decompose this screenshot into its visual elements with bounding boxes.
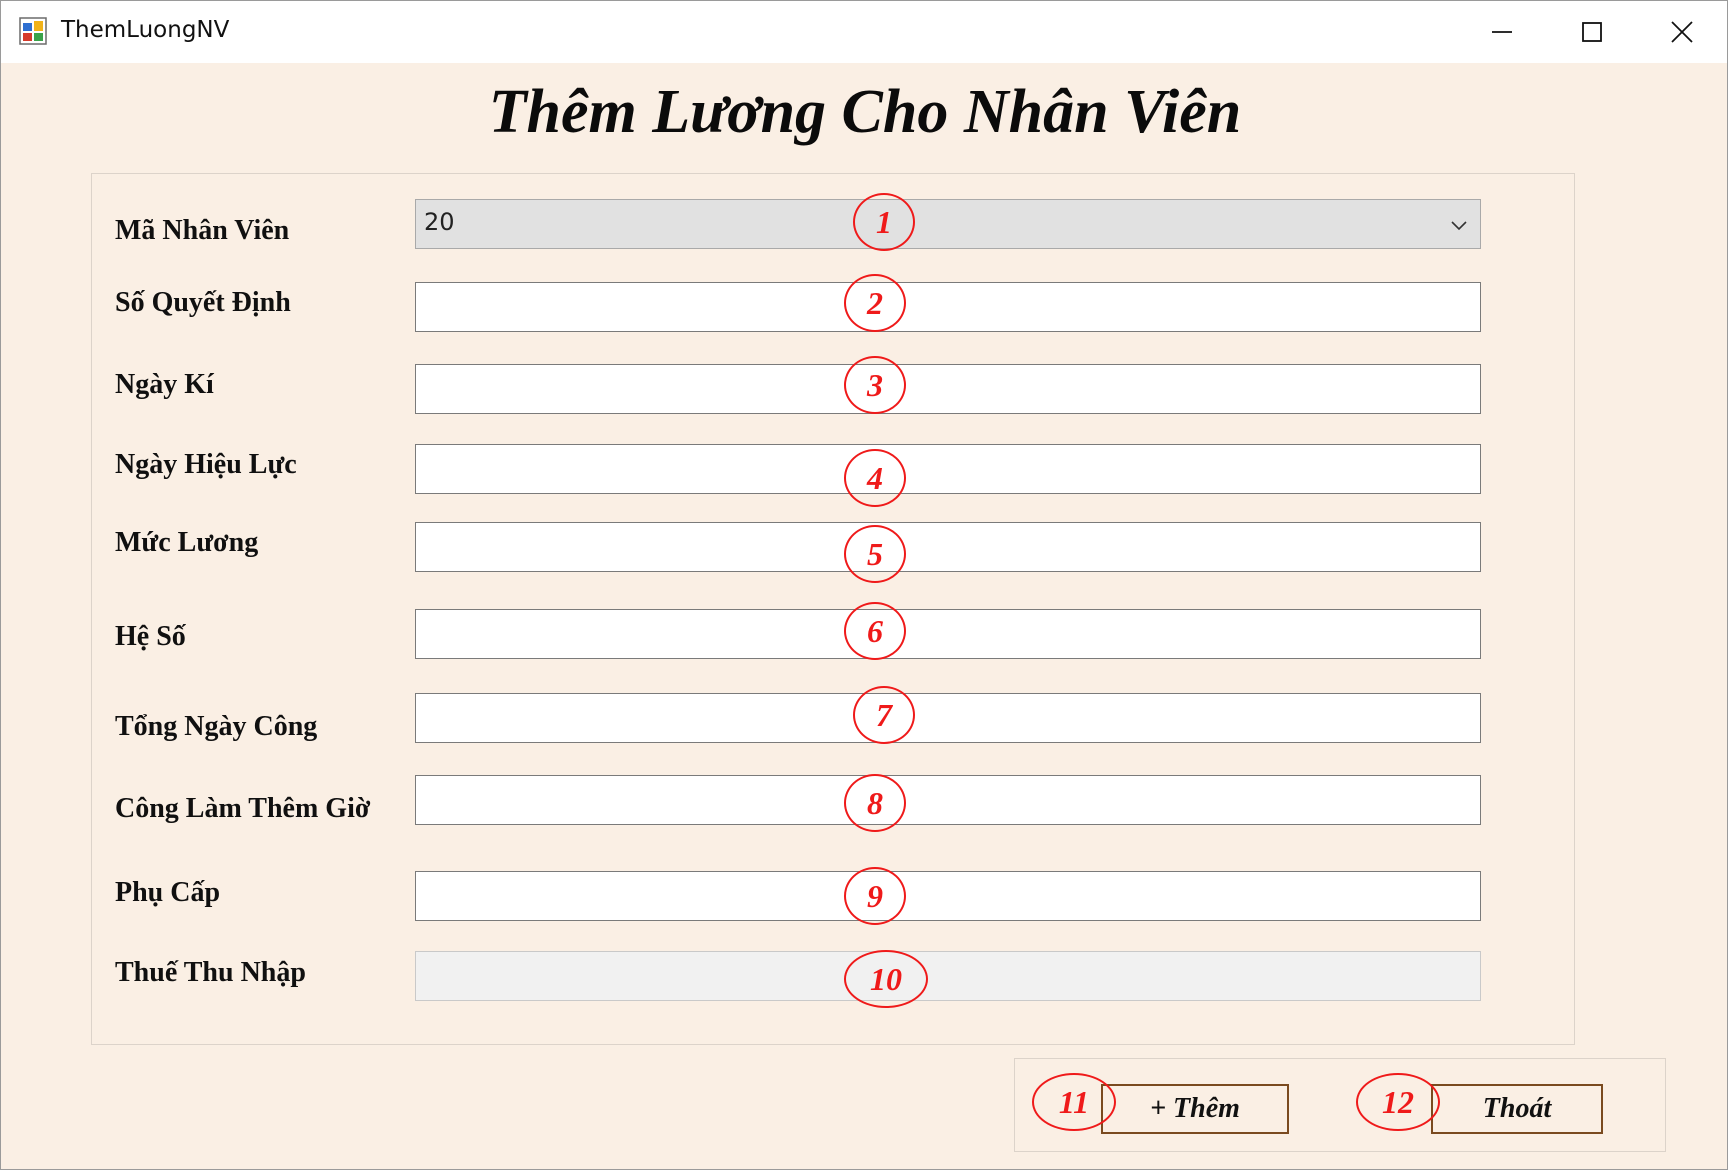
- page-title: Thêm Lương Cho Nhân Viên: [488, 78, 1242, 146]
- window-title: ThemLuongNV: [61, 17, 230, 43]
- app-icon: [19, 17, 47, 45]
- close-icon: [1671, 21, 1693, 43]
- app-window: ThemLuongNV Thêm Lương Cho Nhân Viên Mã …: [0, 0, 1728, 1170]
- add-button[interactable]: + Thêm: [1101, 1084, 1289, 1134]
- salary-level-field[interactable]: [415, 522, 1481, 572]
- employee-id-value: 20: [424, 208, 455, 236]
- minimize-button[interactable]: [1457, 1, 1547, 63]
- maximize-button[interactable]: [1547, 1, 1637, 63]
- close-button[interactable]: [1637, 1, 1727, 63]
- decision-number-label: Số Quyết Định: [115, 287, 291, 318]
- sign-date-label: Ngày Kí: [115, 369, 214, 400]
- overtime-label: Công Làm Thêm Giờ: [115, 793, 371, 824]
- total-workdays-field[interactable]: [415, 693, 1481, 743]
- minimize-icon: [1492, 31, 1512, 33]
- employee-id-select[interactable]: 20: [415, 199, 1481, 249]
- decision-number-field[interactable]: [415, 282, 1481, 332]
- coefficient-label: Hệ Số: [115, 621, 186, 652]
- maximize-icon: [1582, 22, 1602, 42]
- sign-date-field[interactable]: [415, 364, 1481, 414]
- total-workdays-label: Tổng Ngày Công: [115, 711, 318, 742]
- overtime-field[interactable]: [415, 775, 1481, 825]
- allowance-field[interactable]: [415, 871, 1481, 921]
- exit-button[interactable]: Thoát: [1431, 1084, 1603, 1134]
- effective-date-label: Ngày Hiệu Lực: [115, 449, 297, 480]
- title-bar[interactable]: ThemLuongNV: [1, 1, 1727, 63]
- allowance-label: Phụ Cấp: [115, 877, 221, 908]
- chevron-down-icon[interactable]: [1448, 214, 1470, 236]
- salary-level-label: Mức Lương: [115, 527, 259, 558]
- coefficient-field[interactable]: [415, 609, 1481, 659]
- effective-date-field[interactable]: [415, 444, 1481, 494]
- income-tax-field: [415, 951, 1481, 1001]
- employee-id-label: Mã Nhân Viên: [115, 215, 290, 246]
- income-tax-label: Thuế Thu Nhập: [115, 957, 306, 988]
